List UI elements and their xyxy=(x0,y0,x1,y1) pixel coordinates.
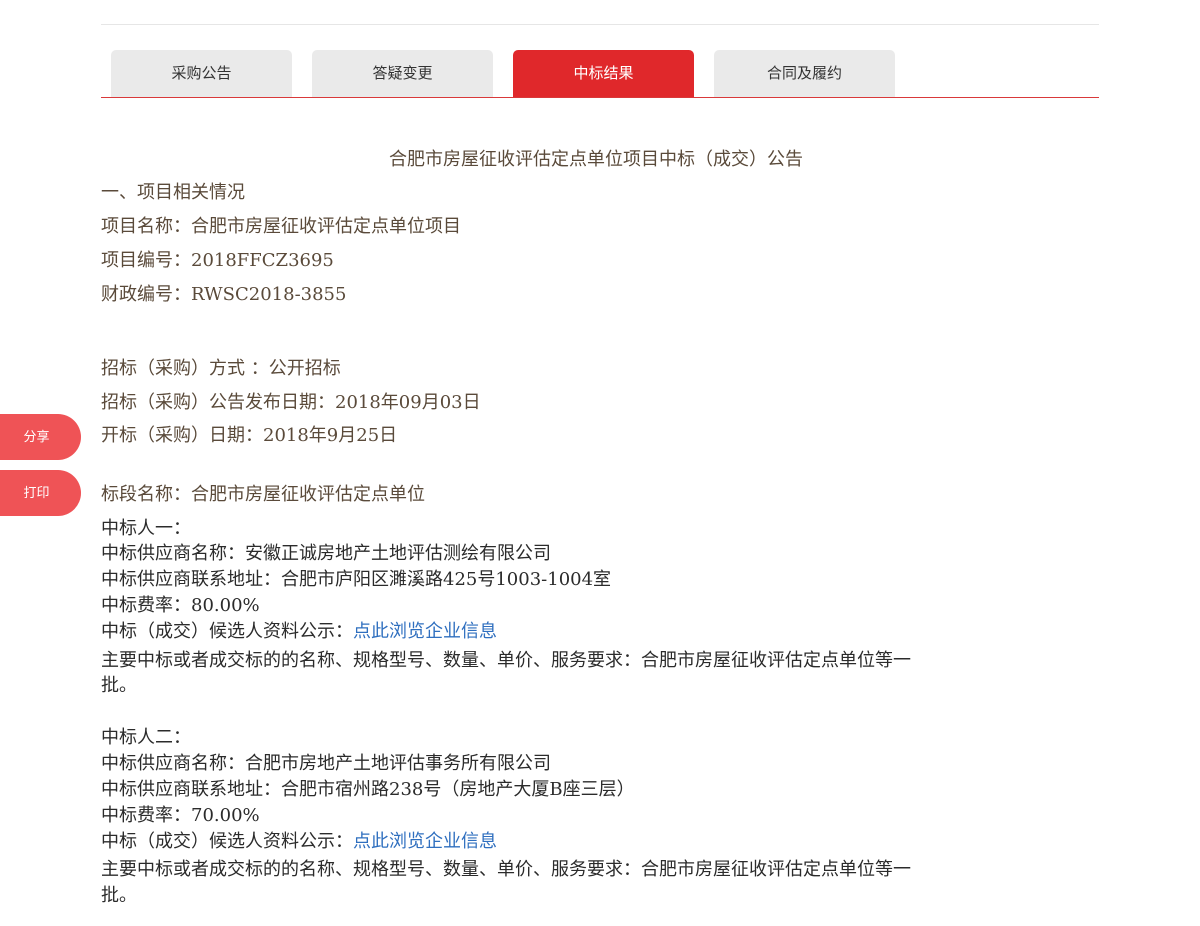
winner-disclosure: 中标（成交）候选人资料公示：点此浏览企业信息 xyxy=(101,827,497,853)
winner-address: 中标供应商联系地址：合肥市庐阳区濉溪路425号1003-1004室 xyxy=(101,569,612,590)
print-button[interactable]: 打印 xyxy=(0,470,81,516)
top-divider xyxy=(101,24,1099,25)
finance-number: 财政编号：RWSC2018-3855 xyxy=(101,284,347,305)
lot-name: 标段名称：合肥市房屋征收评估定点单位 xyxy=(101,484,425,505)
winner-heading: 中标人一： xyxy=(101,518,191,539)
company-info-link[interactable]: 点此浏览企业信息 xyxy=(353,831,497,852)
winner-requirements-cont: 批。 xyxy=(101,675,137,696)
tab-qa-changes[interactable]: 答疑变更 xyxy=(312,50,493,97)
company-info-link[interactable]: 点此浏览企业信息 xyxy=(353,621,497,642)
notice-title: 合肥市房屋征收评估定点单位项目中标（成交）公告 xyxy=(389,149,803,170)
winner-rate: 中标费率：80.00% xyxy=(101,595,260,616)
project-number: 项目编号：2018FFCZ3695 xyxy=(101,250,334,271)
winner-supplier: 中标供应商名称：安徽正诚房地产土地评估测绘有限公司 xyxy=(101,543,551,564)
section-heading: 一、项目相关情况 xyxy=(101,182,245,203)
winner-disclosure: 中标（成交）候选人资料公示：点此浏览企业信息 xyxy=(101,617,497,643)
winner-rate: 中标费率：70.00% xyxy=(101,805,260,826)
tab-contract[interactable]: 合同及履约 xyxy=(714,50,895,97)
project-name: 项目名称：合肥市房屋征收评估定点单位项目 xyxy=(101,216,461,237)
procurement-method: 招标（采购）方式 ：公开招标 xyxy=(101,358,341,379)
winner-requirements-cont: 批。 xyxy=(101,885,137,906)
winner-supplier: 中标供应商名称：合肥市房地产土地评估事务所有限公司 xyxy=(101,753,551,774)
winner-address: 中标供应商联系地址：合肥市宿州路238号（房地产大厦B座三层） xyxy=(101,779,635,800)
share-button[interactable]: 分享 xyxy=(0,414,81,460)
open-date: 开标（采购）日期：2018年9月25日 xyxy=(101,425,398,446)
publish-date: 招标（采购）公告发布日期：2018年09月03日 xyxy=(101,392,481,413)
tab-award-result[interactable]: 中标结果 xyxy=(513,50,694,97)
tab-bar: 采购公告 答疑变更 中标结果 合同及履约 xyxy=(101,50,1099,98)
disclosure-label: 中标（成交）候选人资料公示： xyxy=(101,621,353,642)
tab-procurement-notice[interactable]: 采购公告 xyxy=(111,50,292,97)
disclosure-label: 中标（成交）候选人资料公示： xyxy=(101,831,353,852)
winner-requirements: 主要中标或者成交标的的名称、规格型号、数量、单价、服务要求：合肥市房屋征收评估定… xyxy=(101,650,911,671)
winner-requirements: 主要中标或者成交标的的名称、规格型号、数量、单价、服务要求：合肥市房屋征收评估定… xyxy=(101,859,911,880)
winner-heading: 中标人二： xyxy=(101,727,191,748)
